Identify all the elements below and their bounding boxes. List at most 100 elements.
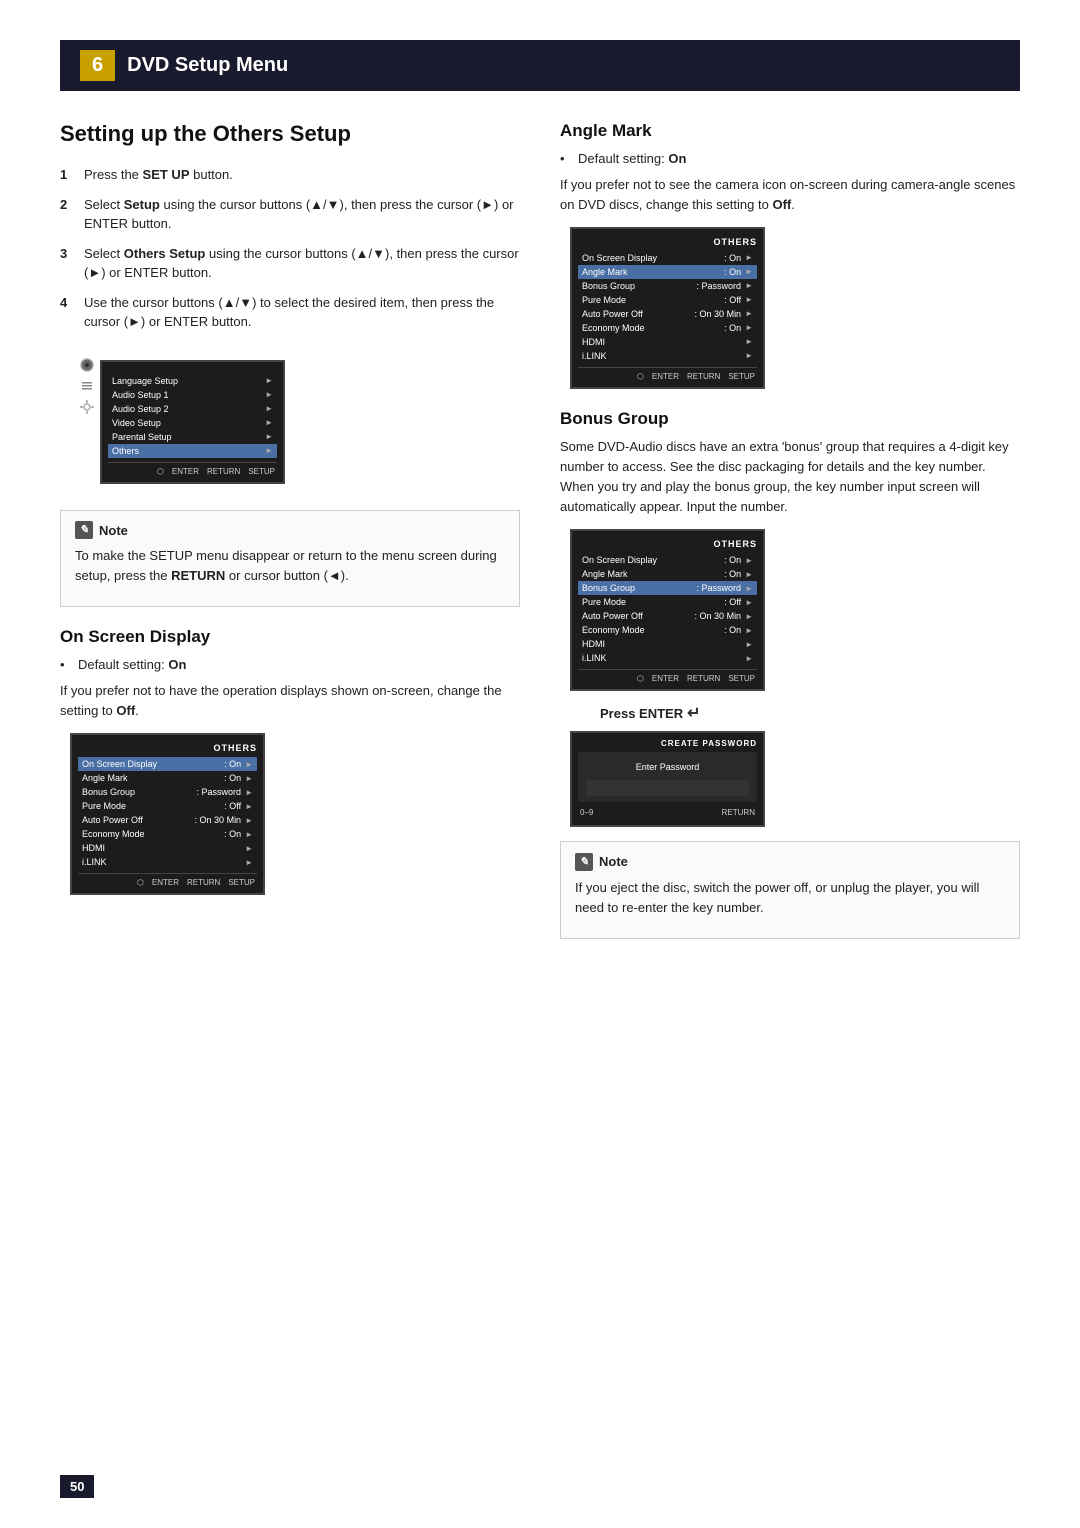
setup-btn-b: SETUP bbox=[728, 674, 755, 683]
password-title-bar: CREATE PASSWORD bbox=[578, 739, 757, 752]
password-label-area: Enter Password bbox=[578, 752, 757, 802]
note-box: ✎ Note To make the SETUP menu disappear … bbox=[60, 510, 520, 608]
step-num-3: 3 bbox=[60, 244, 76, 283]
angle-mark-body: If you prefer not to see the camera icon… bbox=[560, 175, 1020, 215]
bonus-header: OTHERS bbox=[578, 537, 757, 553]
password-input-display bbox=[586, 780, 749, 796]
step-num-2: 2 bbox=[60, 195, 76, 234]
angle-screen: OTHERS On Screen Display: On► Angle Mark… bbox=[570, 227, 765, 389]
bonus-row-b: Bonus Group: Password► bbox=[578, 581, 757, 595]
enter-btn-b: ENTER bbox=[652, 674, 679, 683]
screen-row-parental: Parental Setup► bbox=[108, 430, 277, 444]
step-4: 4 Use the cursor buttons (▲/▼) to select… bbox=[60, 293, 520, 332]
step-text-3: Select Others Setup using the cursor but… bbox=[84, 244, 520, 283]
password-box-wrapper: CREATE PASSWORD Enter Password 0–9 RETUR… bbox=[570, 731, 1020, 827]
step-1: 1 Press the SET UP button. bbox=[60, 165, 520, 185]
nav-icon-1: ⬡ bbox=[137, 878, 144, 887]
password-screen: CREATE PASSWORD Enter Password 0–9 RETUR… bbox=[570, 731, 765, 827]
bonus-note-title: ✎ Note bbox=[575, 852, 1005, 872]
ilink-row-b: i.LINK► bbox=[578, 651, 757, 665]
screen-row-audio1: Audio Setup 1► bbox=[108, 388, 277, 402]
others-footer-1: ⬡ ENTER RETURN SETUP bbox=[78, 873, 257, 887]
angle-header: OTHERS bbox=[578, 235, 757, 251]
right-column: Angle Mark • Default setting: On If you … bbox=[560, 121, 1020, 953]
bonus-note-box: ✎ Note If you eject the disc, switch the… bbox=[560, 841, 1020, 939]
step-num-1: 1 bbox=[60, 165, 76, 185]
hdmi-row-a: HDMI► bbox=[578, 335, 757, 349]
enter-password-label: Enter Password bbox=[586, 758, 749, 776]
angle-row-b: Angle Mark: On► bbox=[578, 567, 757, 581]
press-enter-label: Press ENTER ↵ bbox=[600, 703, 1020, 723]
gear-icon bbox=[80, 400, 94, 417]
ilink-row-a: i.LINK► bbox=[578, 349, 757, 363]
pure-row-a: Pure Mode: Off► bbox=[578, 293, 757, 307]
ilink-row-1: i.LINK► bbox=[78, 855, 257, 869]
autopwr-row-a: Auto Power Off: On 30 Min► bbox=[578, 307, 757, 321]
step-text-1: Press the SET UP button. bbox=[84, 165, 520, 185]
on-screen-body: If you prefer not to have the operation … bbox=[60, 681, 520, 721]
angle-screen-wrapper: OTHERS On Screen Display: On► Angle Mark… bbox=[570, 227, 1020, 389]
note-icon: ✎ bbox=[75, 521, 93, 539]
bonus-group-body: Some DVD-Audio discs have an extra 'bonu… bbox=[560, 437, 1020, 518]
economy-row-b: Economy Mode: On► bbox=[578, 623, 757, 637]
angle-mark-default: • Default setting: On bbox=[560, 149, 1020, 169]
osd-row-1: On Screen Display: On► bbox=[78, 757, 257, 771]
bonus-row-a: Bonus Group: Password► bbox=[578, 279, 757, 293]
menu-icon bbox=[80, 379, 94, 396]
return-btn-1: RETURN bbox=[187, 878, 220, 887]
hdmi-row-b: HDMI► bbox=[578, 637, 757, 651]
password-footer: 0–9 RETURN bbox=[578, 806, 757, 819]
step-text-4: Use the cursor buttons (▲/▼) to select t… bbox=[84, 293, 520, 332]
page-number: 50 bbox=[60, 1475, 94, 1498]
section-title: Setting up the Others Setup bbox=[60, 121, 520, 147]
return-btn-b: RETURN bbox=[687, 674, 720, 683]
screen-row-video: Video Setup► bbox=[108, 416, 277, 430]
step-3: 3 Select Others Setup using the cursor b… bbox=[60, 244, 520, 283]
chapter-header: 6 DVD Setup Menu bbox=[60, 40, 1020, 91]
steps-list: 1 Press the SET UP button. 2 Select Setu… bbox=[60, 165, 520, 332]
chapter-title: DVD Setup Menu bbox=[127, 54, 288, 77]
setup-btn-a: SETUP bbox=[728, 372, 755, 381]
enter-btn-1: ENTER bbox=[152, 878, 179, 887]
setup-btn-1: SETUP bbox=[228, 878, 255, 887]
angle-row-a: Angle Mark: On► bbox=[578, 265, 757, 279]
bonus-screen-wrapper: OTHERS On Screen Display: On► Angle Mark… bbox=[570, 529, 1020, 691]
others-header-1: OTHERS bbox=[78, 741, 257, 757]
left-column: Setting up the Others Setup 1 Press the … bbox=[60, 121, 520, 953]
osd-row-b: On Screen Display: On► bbox=[578, 553, 757, 567]
step-num-4: 4 bbox=[60, 293, 76, 332]
on-screen-display-title: On Screen Display bbox=[60, 627, 520, 647]
pure-row-1: Pure Mode: Off► bbox=[78, 799, 257, 813]
return-btn-a: RETURN bbox=[687, 372, 720, 381]
screen-row-others: Others► bbox=[108, 444, 277, 458]
screen-btn-return: RETURN bbox=[207, 467, 240, 476]
note-text: To make the SETUP menu disappear or retu… bbox=[75, 546, 505, 586]
on-screen-default: • Default setting: On bbox=[60, 655, 520, 675]
bonus-note-text: If you eject the disc, switch the power … bbox=[575, 878, 1005, 918]
bonus-footer: ⬡ ENTER RETURN SETUP bbox=[578, 669, 757, 683]
step-text-2: Select Setup using the cursor buttons (▲… bbox=[84, 195, 520, 234]
screen-side-icons-left bbox=[80, 348, 94, 417]
note-title: ✎ Note bbox=[75, 521, 505, 541]
bonus-group-title: Bonus Group bbox=[560, 409, 1020, 429]
nav-icon-a: ⬡ bbox=[637, 372, 644, 381]
angle-row-1: Angle Mark: On► bbox=[78, 771, 257, 785]
pure-row-b: Pure Mode: Off► bbox=[578, 595, 757, 609]
setup-menu-screen: Language Setup► Audio Setup 1► Audio Set… bbox=[100, 360, 285, 484]
autopwr-row-b: Auto Power Off: On 30 Min► bbox=[578, 609, 757, 623]
nav-icon-b: ⬡ bbox=[637, 674, 644, 683]
osd-row-a: On Screen Display: On► bbox=[578, 251, 757, 265]
page-container: 6 DVD Setup Menu Setting up the Others S… bbox=[0, 0, 1080, 1528]
economy-row-a: Economy Mode: On► bbox=[578, 321, 757, 335]
screen-btn-nav: ⬡ bbox=[157, 467, 164, 476]
enter-arrow-icon: ↵ bbox=[687, 703, 700, 723]
screen-row-language: Language Setup► bbox=[108, 374, 277, 388]
angle-footer: ⬡ ENTER RETURN SETUP bbox=[578, 367, 757, 381]
disc-icon bbox=[80, 358, 94, 375]
autopwr-row-1: Auto Power Off: On 30 Min► bbox=[78, 813, 257, 827]
bonus-note-icon: ✎ bbox=[575, 853, 593, 871]
setup-screen-wrapper: Language Setup► Audio Setup 1► Audio Set… bbox=[80, 348, 520, 496]
password-keys-label: 0–9 bbox=[580, 808, 593, 817]
enter-btn-a: ENTER bbox=[652, 372, 679, 381]
chapter-number: 6 bbox=[80, 50, 115, 81]
